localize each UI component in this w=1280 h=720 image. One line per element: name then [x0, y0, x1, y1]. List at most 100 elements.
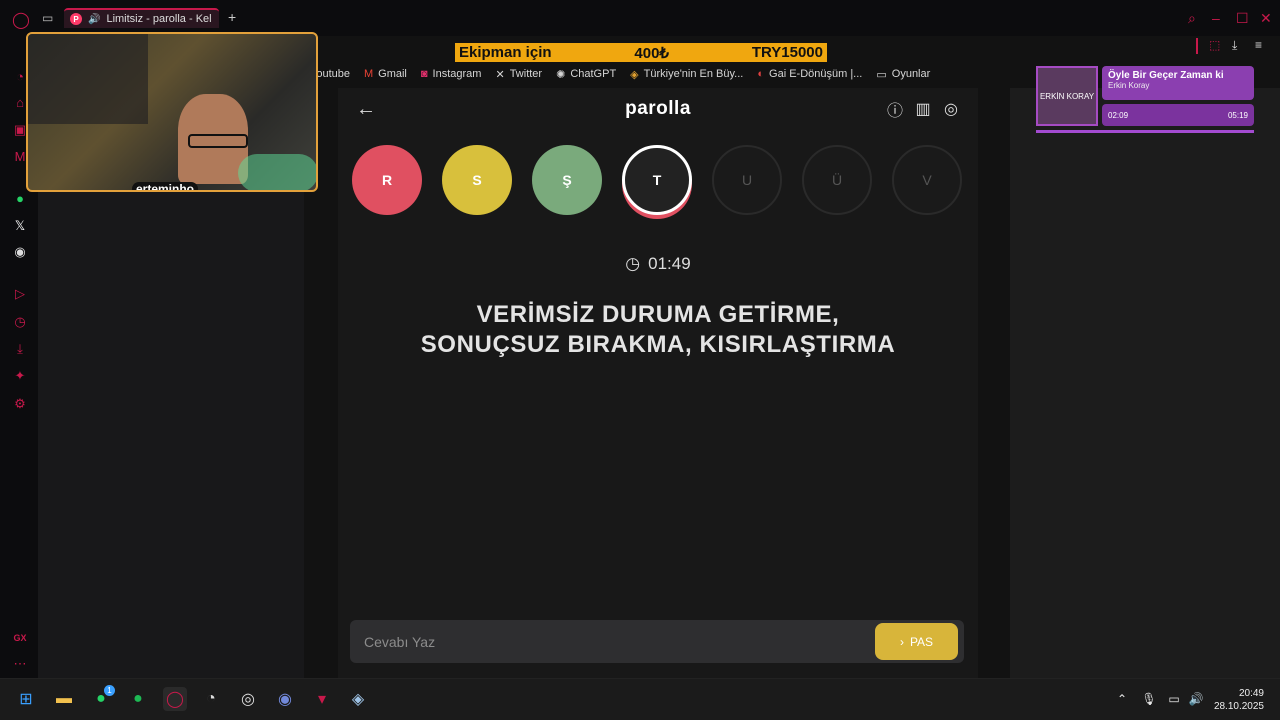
- window-controls: ⌕ – ☐ ✕: [1180, 8, 1280, 28]
- elapsed-time: 02:09: [1108, 110, 1129, 120]
- network-icon[interactable]: ▭: [1162, 687, 1186, 711]
- history-icon[interactable]: ◷: [12, 314, 28, 330]
- banner-middle: 400₺: [634, 44, 669, 62]
- letter-u-umlaut: Ü: [802, 145, 872, 215]
- stats-icon[interactable]: ▥: [914, 100, 932, 118]
- progress-line: [1036, 130, 1254, 133]
- discord-icon[interactable]: ◉: [273, 687, 297, 711]
- clock-time: 20:49: [1238, 688, 1264, 699]
- gx-label: GX: [13, 633, 27, 643]
- system-clock[interactable]: 20:49 28.10.2025: [1214, 687, 1264, 713]
- page-title: parolla: [625, 98, 691, 119]
- vivaldi-icon[interactable]: ▾: [310, 687, 334, 711]
- speedometer-icon[interactable]: ◔: [199, 687, 223, 711]
- rgb-light: [238, 154, 316, 190]
- banner-right: TRY15000: [751, 44, 823, 61]
- streamer-name: erteminho: [132, 182, 199, 190]
- site-icon: ◈: [630, 68, 639, 81]
- discord-icon[interactable]: ◉: [12, 244, 28, 260]
- total-time: 05:19: [1227, 110, 1248, 120]
- now-playing-card[interactable]: Öyle Bir Geçer Zaman ki Erkin Koray: [1102, 66, 1254, 100]
- divider: [1196, 38, 1198, 54]
- info-icon[interactable]: ⓘ: [886, 100, 904, 120]
- gmail-icon: M: [363, 68, 374, 80]
- x-icon: ✕: [495, 68, 505, 81]
- file-explorer-icon[interactable]: ▬: [52, 687, 76, 711]
- volume-icon[interactable]: 🔊: [1184, 687, 1208, 711]
- minimize-icon[interactable]: –: [1212, 10, 1220, 26]
- x-icon[interactable]: 𝕏: [12, 218, 28, 234]
- album-art: ERKİN KORAY: [1036, 66, 1098, 126]
- right-panel: [1010, 88, 1280, 678]
- webcam-overlay: erteminho: [26, 32, 318, 192]
- speaker-icon: 🔊: [88, 13, 101, 25]
- parolla-favicon-icon: P: [70, 13, 82, 25]
- tab-title: Limitsiz - parolla - Kel: [106, 13, 212, 25]
- question-line-1: VERİMSİZ DURUMA GETİRME,: [476, 301, 840, 328]
- pass-button[interactable]: › PAS: [875, 623, 958, 660]
- pass-label: PAS: [909, 634, 934, 649]
- clock-date: 28.10.2025: [1213, 701, 1264, 712]
- bookmarks-bar: Youtube M Gmail ◙ Instagram ✕ Twitter ✺ Chat…: [310, 64, 1030, 84]
- whatsapp-badge: 1: [104, 685, 115, 696]
- close-icon[interactable]: ✕: [1260, 10, 1272, 27]
- opera-logo-icon[interactable]: ◯: [12, 10, 30, 30]
- microphone-icon[interactable]: 🎙: [1137, 687, 1161, 711]
- maximize-icon[interactable]: ☐: [1236, 10, 1249, 27]
- question-text: VERİMSİZ DURUMA GETİRME, SONUÇSUZ BIRAKM…: [378, 300, 938, 360]
- chevron-right-icon: ›: [899, 634, 904, 649]
- site-icon: ◐: [757, 68, 765, 80]
- letter-t-current: T: [622, 145, 692, 215]
- answer-bar: › PAS: [350, 620, 964, 663]
- song-artist: Erkin Koray: [1108, 81, 1150, 90]
- letter-s-cedilla: Ş: [532, 145, 602, 215]
- chevron-up-icon[interactable]: ⌃: [1110, 687, 1134, 711]
- menu-icon[interactable]: ≡: [1255, 38, 1262, 52]
- bookmark-turkiye[interactable]: ◈ Türkiye'nin En Büy...: [630, 68, 743, 81]
- steam-icon[interactable]: ◈: [346, 687, 370, 711]
- letter-s: S: [442, 145, 512, 215]
- snapshot-icon[interactable]: ⬚: [1209, 38, 1220, 52]
- bookmark-gmail[interactable]: M Gmail: [364, 68, 407, 80]
- song-title: Öyle Bir Geçer Zaman ki: [1108, 70, 1224, 81]
- timer-value: 01:49: [648, 254, 691, 273]
- answer-input[interactable]: [364, 632, 844, 652]
- search-icon[interactable]: ⌕: [1188, 10, 1196, 27]
- album-text: ERKİN KORAY: [1039, 91, 1095, 101]
- folder-icon: ▭: [876, 68, 887, 81]
- music-widget: ERKİN KORAY Öyle Bir Geçer Zaman ki Erki…: [1036, 66, 1254, 133]
- donation-banner: Ekipman için 400₺ TRY15000: [455, 43, 827, 62]
- spotify-icon[interactable]: ●: [126, 687, 150, 711]
- player-icon[interactable]: ▷: [12, 286, 28, 302]
- letter-r: R: [352, 145, 422, 215]
- question-line-2: SONUÇSUZ BIRAKMA, KISIRLAŞTIRMA: [420, 331, 896, 358]
- bookmark-instagram[interactable]: ◙ Instagram: [421, 68, 482, 80]
- windows-start-icon[interactable]: ⊞: [14, 687, 38, 711]
- bookmark-gai[interactable]: ◐ Gai E-Dönüşüm |...: [757, 68, 862, 80]
- taskbar: ⊞ ▬ ● 1 ● ◯ ◔ ◎ ◉ ▾ ◈ ⌃ 🎙 ▭ 🔊 20:49 28.1…: [0, 678, 1280, 720]
- bookmark-twitter[interactable]: ✕ Twitter: [495, 68, 542, 81]
- tab-parolla[interactable]: P 🔊 Limitsiz - parolla - Kel: [64, 8, 219, 28]
- timer: ◷ 01:49: [338, 254, 978, 274]
- whatsapp-icon[interactable]: ●: [12, 190, 28, 206]
- bookmark-chatgpt[interactable]: ✺ ChatGPT: [556, 68, 616, 81]
- tab-menu-icon[interactable]: ▭: [42, 11, 53, 25]
- download-icon[interactable]: ⤓: [1232, 38, 1237, 53]
- more-icon[interactable]: ⋯: [12, 656, 28, 672]
- downloads-icon[interactable]: ⤓: [12, 341, 28, 357]
- banner-left: Ekipman için: [459, 44, 552, 61]
- profile-icon[interactable]: ◎: [942, 100, 960, 118]
- progress-bar[interactable]: 02:09 05:19: [1102, 104, 1254, 126]
- chatgpt-icon: ✺: [556, 68, 566, 81]
- obs-icon[interactable]: ◎: [236, 687, 260, 711]
- settings-icon[interactable]: ⚙: [12, 396, 28, 412]
- poster: [28, 34, 148, 124]
- letter-v: V: [892, 145, 962, 215]
- clock-icon: ◷: [625, 254, 641, 273]
- instagram-icon: ◙: [420, 68, 428, 80]
- opera-gx-icon[interactable]: ◯: [163, 687, 187, 711]
- extensions-icon[interactable]: ✦: [12, 368, 28, 384]
- bookmark-folder-oyunlar[interactable]: ▭ Oyunlar: [876, 68, 930, 81]
- new-tab-button[interactable]: +: [228, 9, 236, 25]
- browser-tabbar: ◯ ▭ P 🔊 Limitsiz - parolla - Kel + ⌕ – ☐…: [0, 0, 1280, 54]
